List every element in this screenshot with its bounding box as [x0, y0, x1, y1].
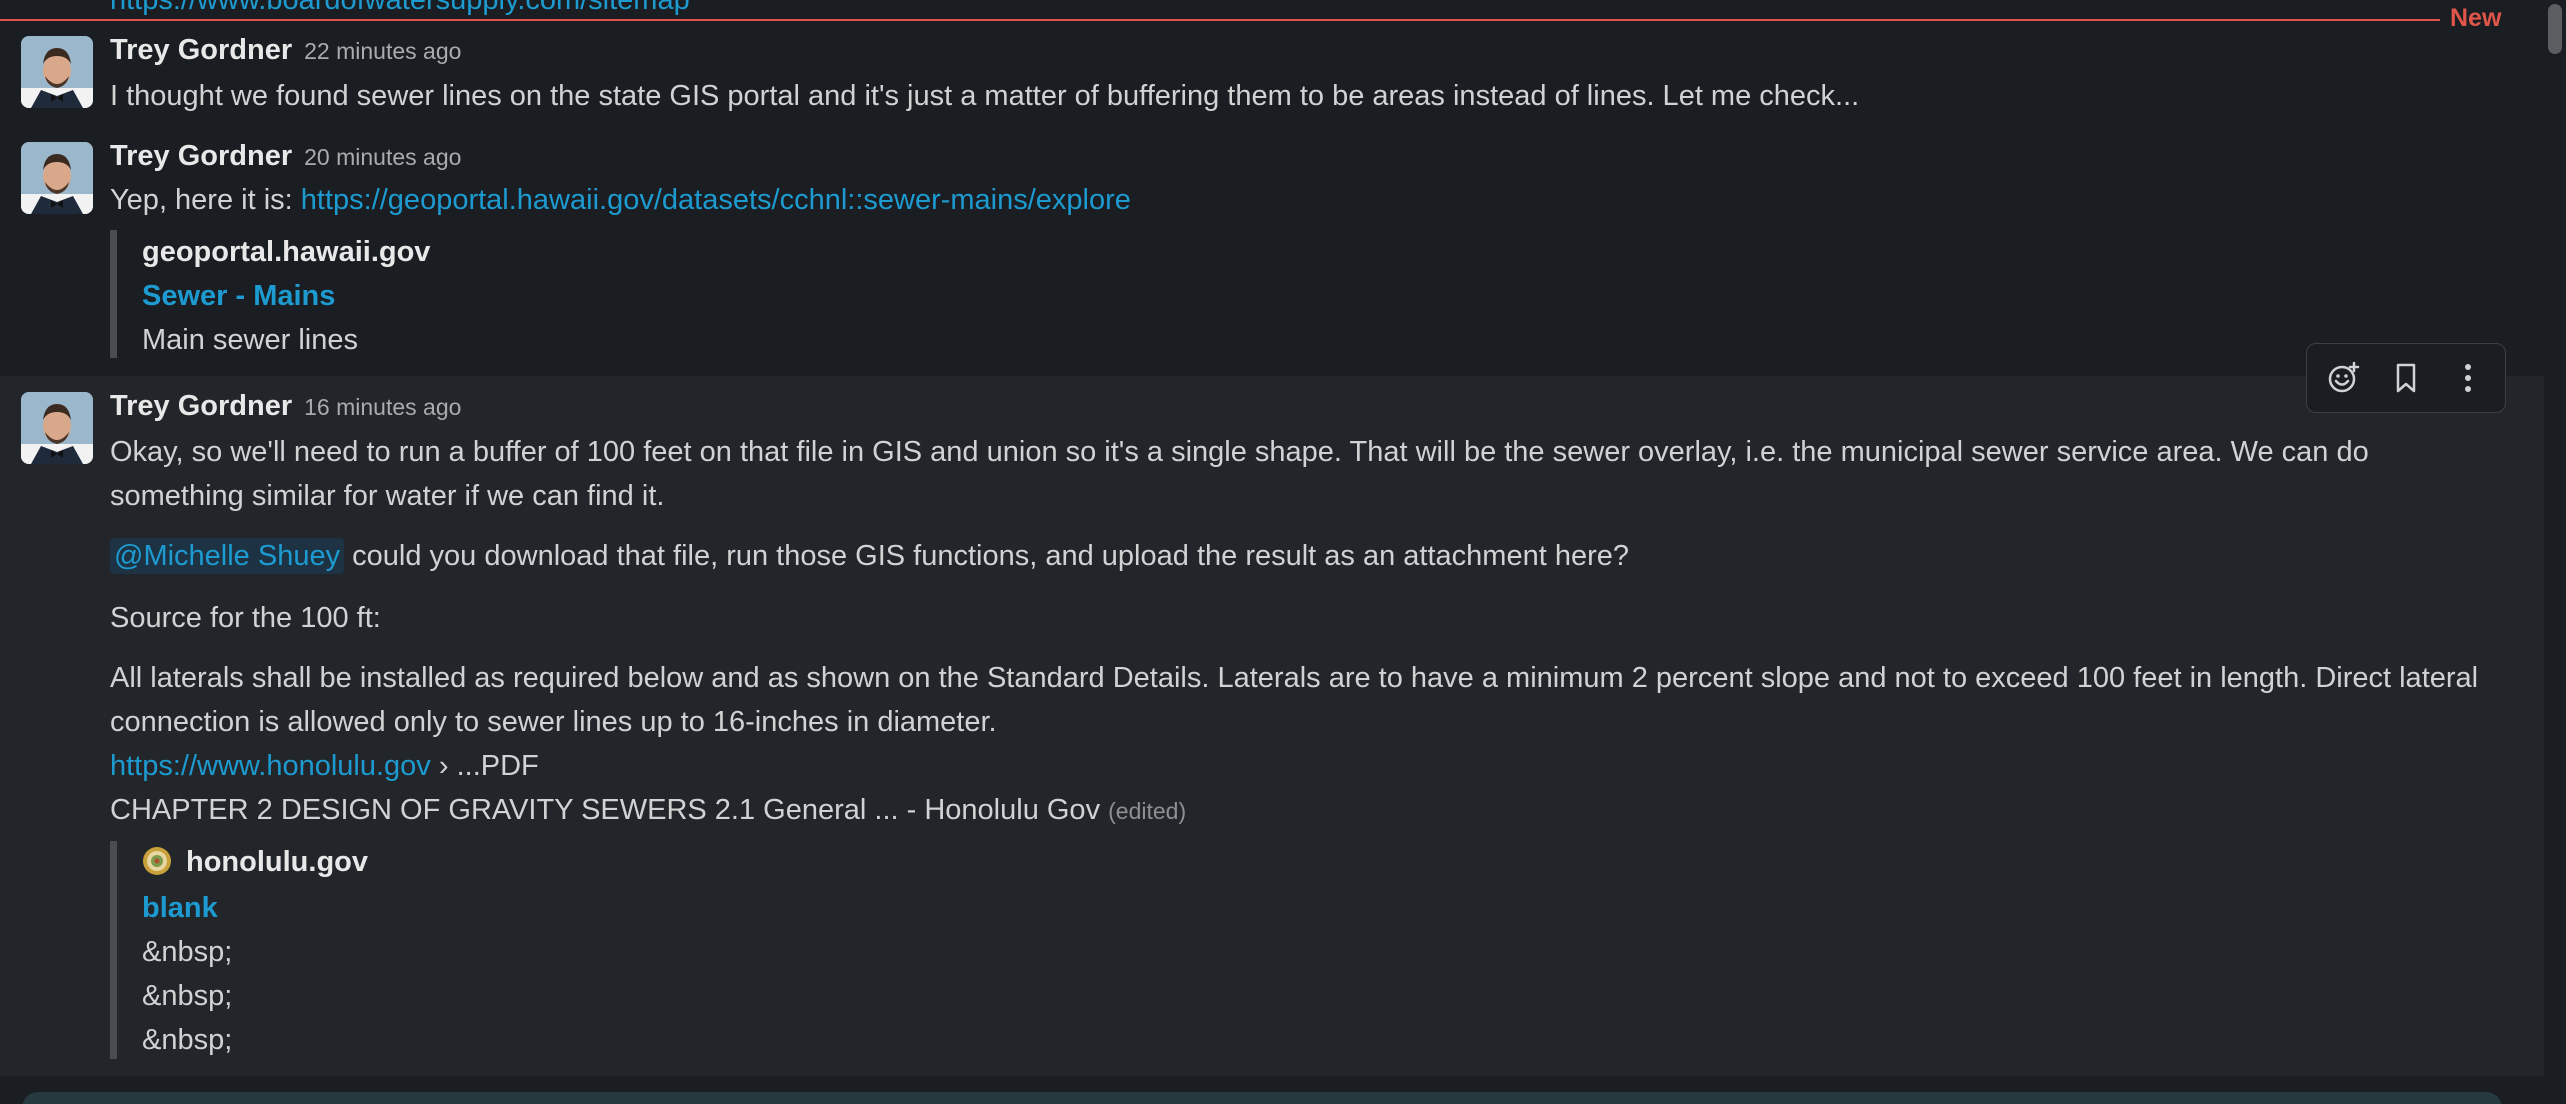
message-1[interactable]: Trey Gordner 22 minutes ago I thought we … — [0, 24, 2544, 144]
preview-description: Main sewer lines — [142, 324, 358, 356]
avatar[interactable] — [21, 36, 93, 108]
message-text: Yep, here it is: https://geoportal.hawai… — [110, 178, 1131, 222]
avatar[interactable] — [21, 392, 93, 464]
author-name[interactable]: Trey Gordner — [110, 140, 292, 172]
avatar-image — [21, 36, 93, 108]
avatar-image — [21, 142, 93, 214]
scrollbar-thumb[interactable] — [2548, 4, 2562, 54]
more-actions-icon[interactable] — [2442, 352, 2494, 404]
paragraph-4-line-2: connection is allowed only to sewer line… — [110, 706, 997, 738]
paragraph-4-line-1: All laterals shall be installed as requi… — [110, 662, 2479, 694]
paragraph-1-line-2: something similar for water if we can fi… — [110, 480, 665, 512]
avatar-image — [21, 392, 93, 464]
preview-title-link[interactable]: Sewer - Mains — [142, 274, 335, 318]
source-title-line: CHAPTER 2 DESIGN OF GRAVITY SEWERS 2.1 G… — [110, 788, 1186, 833]
preview-site[interactable]: honolulu.gov — [142, 840, 368, 884]
paragraph-2-text: could you download that file, run those … — [344, 540, 1629, 572]
preview-title-link[interactable]: blank — [142, 886, 218, 930]
paragraph-2: @Michelle Shuey could you download that … — [110, 534, 1629, 578]
author-name[interactable]: Trey Gordner — [110, 34, 292, 66]
source-line: https://www.honolulu.gov › ...PDF — [110, 744, 539, 788]
edited-label: (edited) — [1108, 798, 1187, 824]
author-name[interactable]: Trey Gordner — [110, 390, 292, 422]
honolulu-seal-icon — [142, 845, 172, 875]
geoportal-link[interactable]: https://geoportal.hawaii.gov/datasets/cc… — [301, 184, 1131, 216]
add-reaction-icon[interactable] — [2318, 352, 2370, 404]
message-2[interactable]: Trey Gordner 20 minutes ago Yep, here it … — [0, 130, 2544, 376]
message-3[interactable]: Trey Gordner 16 minutes ago Okay, so we'l… — [0, 376, 2544, 1076]
paragraph-1-line-1: Okay, so we'll need to run a buffer of 1… — [110, 436, 2369, 468]
timestamp[interactable]: 22 minutes ago — [304, 38, 461, 64]
preview-line: &nbsp; — [142, 936, 233, 968]
source-suffix: › ...PDF — [430, 750, 539, 782]
message-actions-toolbar — [2306, 343, 2506, 413]
timestamp[interactable]: 16 minutes ago — [304, 394, 461, 420]
source-title: CHAPTER 2 DESIGN OF GRAVITY SEWERS 2.1 G… — [110, 794, 1101, 826]
link-preview — [110, 230, 143, 358]
preview-site-name[interactable]: geoportal.hawaii.gov — [142, 230, 430, 274]
scrollbar[interactable] — [2544, 0, 2566, 1104]
timestamp[interactable]: 20 minutes ago — [304, 144, 461, 170]
avatar[interactable] — [21, 142, 93, 214]
previous-message-link[interactable]: https://www.boardofwatersupply.com/sitem… — [110, 0, 690, 17]
honolulu-link[interactable]: https://www.honolulu.gov — [110, 750, 431, 782]
paragraph-3: Source for the 100 ft: — [110, 602, 381, 634]
bookmark-icon[interactable] — [2380, 352, 2432, 404]
preview-line: &nbsp; — [142, 1024, 233, 1056]
message-composer[interactable] — [22, 1092, 2502, 1104]
message-pane: https://www.boardofwatersupply.com/sitem… — [0, 0, 2566, 1104]
new-messages-divider — [0, 19, 2440, 21]
preview-site-name[interactable]: honolulu.gov — [186, 846, 368, 878]
preview-line: &nbsp; — [142, 980, 233, 1012]
message-text: I thought we found sewer lines on the st… — [110, 80, 1860, 112]
user-mention[interactable]: @Michelle Shuey — [110, 538, 345, 574]
message-text-prefix: Yep, here it is: — [110, 184, 301, 216]
link-preview — [110, 841, 143, 1059]
